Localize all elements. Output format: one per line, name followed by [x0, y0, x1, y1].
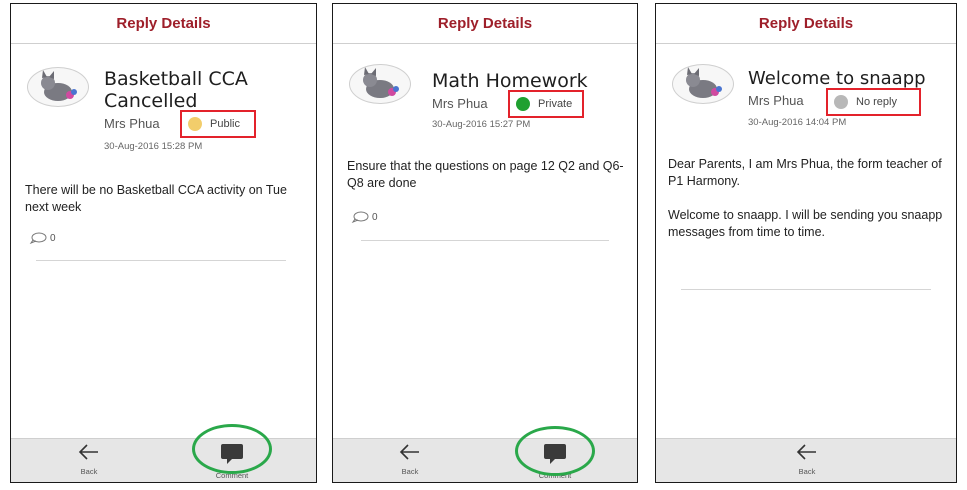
sender-avatar — [672, 64, 734, 104]
sender-name: Mrs Phua — [748, 93, 804, 108]
message-body-paragraph-1: Dear Parents, I am Mrs Phua, the form te… — [668, 157, 942, 188]
comment-button[interactable]: Comment — [207, 443, 257, 480]
visibility-badge: No reply — [826, 88, 921, 116]
cat-avatar-icon — [363, 67, 399, 98]
message-title: Basketball CCA Cancelled — [104, 68, 248, 112]
message-title: Math Homework — [432, 70, 588, 92]
speech-bubble-outline-icon — [351, 211, 369, 223]
status-dot-icon — [834, 95, 848, 109]
arrow-left-icon — [78, 444, 98, 460]
timestamp: 30-Aug-2016 14:04 PM — [748, 117, 847, 128]
back-button[interactable]: Back — [385, 443, 435, 476]
sender-avatar — [27, 67, 89, 107]
comment-count-value: 0 — [50, 232, 56, 244]
comment-count-value: 0 — [372, 211, 378, 223]
back-button[interactable]: Back — [64, 443, 114, 476]
arrow-left-icon — [796, 444, 816, 460]
back-label: Back — [80, 467, 98, 476]
screen-welcome: Reply Details Welcome to snaapp Mrs Phua… — [655, 3, 957, 483]
divider — [36, 260, 286, 261]
speech-bubble-outline-icon — [29, 232, 47, 244]
page-title: Reply Details — [656, 4, 956, 44]
timestamp: 30-Aug-2016 15:27 PM — [432, 119, 531, 130]
speech-bubble-icon — [221, 444, 243, 464]
timestamp: 30-Aug-2016 15:28 PM — [104, 141, 203, 152]
bottom-app-bar: Back Comment — [11, 438, 316, 482]
sender-name: Mrs Phua — [104, 116, 160, 131]
page-title: Reply Details — [333, 4, 637, 44]
comment-label: Comment — [215, 471, 249, 480]
status-dot-icon — [516, 97, 530, 111]
message-body: There will be no Basketball CCA activity… — [25, 183, 287, 214]
screen-math: Reply Details Math Homework Mrs Phua Pri… — [332, 3, 638, 483]
bottom-app-bar: Back — [656, 438, 956, 482]
comment-count: 0 — [29, 232, 56, 244]
back-button[interactable]: Back — [782, 443, 832, 476]
message-title: Welcome to snaapp — [748, 68, 926, 89]
sender-name: Mrs Phua — [432, 96, 488, 111]
page-title: Reply Details — [11, 4, 316, 44]
comment-count: 0 — [351, 211, 378, 223]
sender-avatar — [349, 64, 411, 104]
visibility-label: No reply — [856, 96, 897, 108]
cat-avatar-icon — [41, 70, 77, 101]
message-body: Ensure that the questions on page 12 Q2 … — [347, 159, 624, 190]
comment-label: Comment — [538, 471, 572, 480]
status-dot-icon — [188, 117, 202, 131]
visibility-label: Private — [538, 98, 573, 110]
visibility-label: Public — [210, 118, 240, 130]
back-label: Back — [798, 467, 816, 476]
bottom-app-bar: Back Comment — [333, 438, 637, 482]
visibility-badge: Public — [180, 110, 256, 138]
comment-button[interactable]: Comment — [530, 443, 580, 480]
cat-avatar-icon — [686, 67, 722, 98]
message-body-paragraph-2: Welcome to snaapp. I will be sending you… — [668, 208, 943, 239]
back-label: Back — [401, 467, 419, 476]
screen-basketball: Reply Details Basketball CCA Cancelled M… — [10, 3, 317, 483]
divider — [681, 289, 931, 290]
divider — [361, 240, 609, 241]
visibility-badge: Private — [508, 90, 584, 118]
arrow-left-icon — [399, 444, 419, 460]
speech-bubble-icon — [544, 444, 566, 464]
